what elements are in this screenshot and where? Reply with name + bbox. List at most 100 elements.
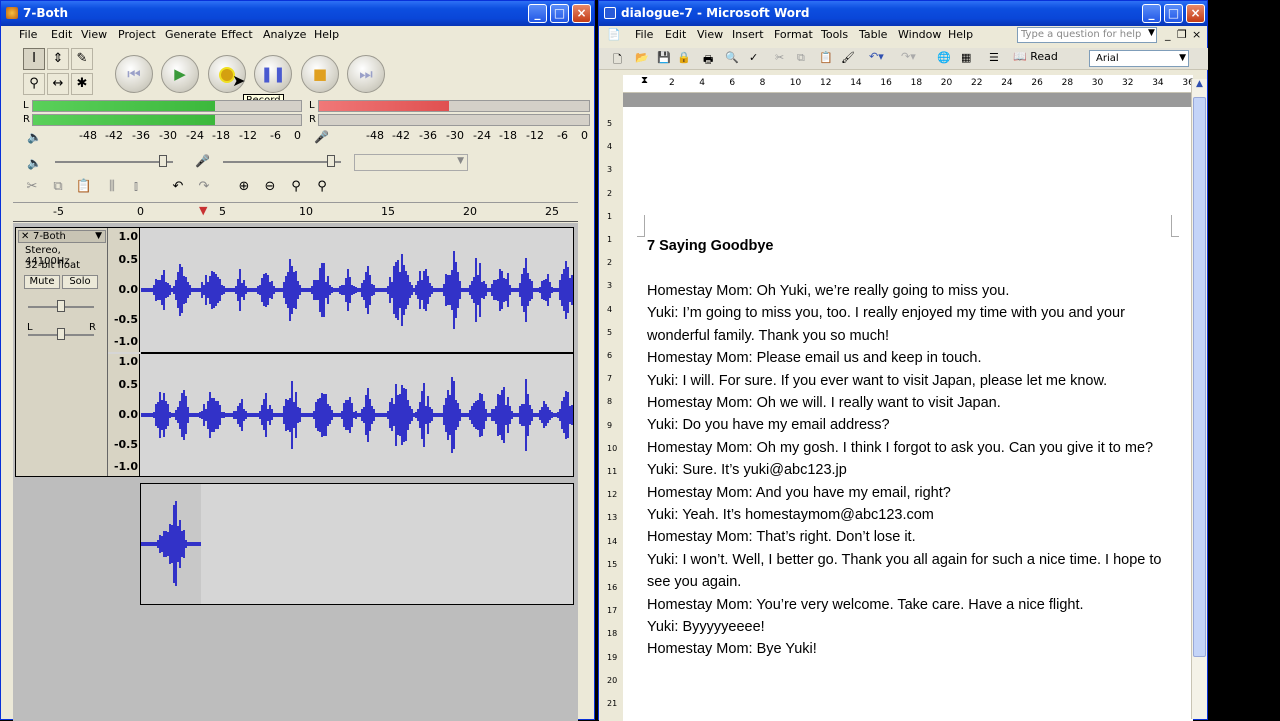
timeline-ruler[interactable]: -5 0 5 10 15 20 25 ▼ (13, 202, 578, 222)
menu-help[interactable]: Help (314, 28, 339, 41)
word-menu-tools[interactable]: Tools (821, 28, 848, 41)
close-button[interactable]: × (572, 4, 591, 23)
redo-icon[interactable]: ↷▾ (901, 50, 916, 63)
menu-view[interactable]: View (81, 28, 107, 41)
columns-icon[interactable]: ☰ (989, 51, 999, 64)
skip-end-button[interactable]: ⏭ (347, 55, 385, 93)
document-line: see you again. (647, 574, 742, 591)
pan-slider[interactable] (28, 328, 94, 340)
envelope-tool-icon[interactable]: ⇕ (47, 48, 69, 70)
draw-tool-icon[interactable]: ✎ (71, 48, 93, 70)
document-page[interactable]: 7 Saying Goodbye Homestay Mom: Oh Yuki, … (623, 107, 1193, 721)
menu-generate[interactable]: Generate (165, 28, 216, 41)
zoom-out-icon[interactable]: ⊖ (259, 177, 281, 199)
skip-start-button[interactable]: ⏮ (115, 55, 153, 93)
zoom-in-icon[interactable]: ⊕ (233, 177, 255, 199)
spelling-icon[interactable]: ✓ (749, 51, 758, 64)
word-menu-edit[interactable]: Edit (665, 28, 686, 41)
pause-button[interactable]: ❚❚ (254, 55, 292, 93)
mute-button[interactable]: Mute (24, 275, 60, 289)
font-select[interactable]: Arial ▼ (1089, 50, 1189, 67)
track-close-icon[interactable]: ✕ (21, 231, 29, 242)
read-button[interactable]: 📖 Read (1013, 50, 1058, 63)
audio-track[interactable]: ✕ 7-Both ▼ Stereo, 44100Hz 32-bit float … (15, 227, 574, 477)
undo-icon[interactable]: ↶▾ (869, 50, 884, 63)
doc-restore-icon[interactable]: ❐ (1177, 28, 1187, 41)
word-maximize-button[interactable]: □ (1164, 4, 1183, 23)
word-menu-view[interactable]: View (697, 28, 723, 41)
audacity-titlebar[interactable]: 7-Both _ □ × (1, 1, 594, 26)
help-dropdown-icon[interactable]: ▼ (1148, 28, 1155, 38)
minimize-button[interactable]: _ (528, 4, 547, 23)
undo-icon[interactable]: ↶ (167, 177, 189, 199)
cut-icon[interactable]: ✂ (775, 51, 784, 64)
indent-marker-icon[interactable]: ⧗ (641, 75, 648, 86)
word-close-button[interactable]: × (1186, 4, 1205, 23)
word-menu-window[interactable]: Window (898, 28, 941, 41)
horizontal-ruler[interactable]: ⧗ 2 4 6 8 10 12 14 16 18 20 22 24 26 28 30 32 34 36 (623, 75, 1194, 93)
word-menu-file[interactable]: File (635, 28, 653, 41)
format-painter-icon[interactable]: 🖌 (841, 51, 855, 64)
tables-icon[interactable]: ▦ (961, 51, 971, 64)
output-volume-slider[interactable] (55, 155, 173, 167)
multi-tool-icon[interactable]: ✱ (71, 73, 93, 95)
doc-minimize-icon[interactable]: _ (1165, 28, 1171, 41)
menu-file[interactable]: File (19, 28, 37, 41)
recording-track[interactable] (140, 483, 574, 605)
word-menu-format[interactable]: Format (774, 28, 813, 41)
gain-slider[interactable] (28, 300, 94, 312)
input-volume-slider[interactable] (223, 155, 341, 167)
track-name-menu[interactable]: ✕ 7-Both ▼ (18, 230, 106, 243)
waveform-right-channel[interactable] (141, 354, 573, 476)
redo-icon[interactable]: ↷ (193, 177, 215, 199)
recording-waveform[interactable] (141, 484, 201, 604)
solo-button[interactable]: Solo (62, 275, 98, 289)
word-minimize-button[interactable]: _ (1142, 4, 1161, 23)
trim-icon[interactable]: ⫼ (101, 177, 123, 199)
save-icon[interactable]: 💾 (657, 51, 671, 64)
permission-icon[interactable]: 🔒 (677, 51, 691, 64)
silence-icon[interactable]: ⫾ (125, 177, 147, 199)
fit-project-icon[interactable]: ⚲ (311, 177, 333, 199)
print-icon[interactable]: 🖶 (703, 51, 713, 70)
word-menu-table[interactable]: Table (859, 28, 887, 41)
menu-edit[interactable]: Edit (51, 28, 72, 41)
paste-icon[interactable]: 📋 (819, 51, 833, 64)
play-button[interactable]: ▶ (161, 55, 199, 93)
input-source-select[interactable]: ▼ (354, 154, 468, 171)
vertical-ruler: 5 4 3 2 1 1 2 3 4 5 6 7 8 9 10 11 12 13 14 15 16 17 18 19 20 21 (599, 107, 623, 721)
stop-button[interactable]: ■ (301, 55, 339, 93)
waveform-sample (571, 404, 573, 426)
zoom-tool-icon[interactable]: ⚲ (23, 73, 45, 95)
menu-effect[interactable]: Effect (221, 28, 253, 41)
menu-project[interactable]: Project (118, 28, 156, 41)
open-icon[interactable]: 📂 (635, 51, 649, 64)
vertical-scrollbar[interactable]: ▲ (1191, 79, 1207, 719)
vruler-tick-label: 15 (607, 559, 618, 569)
menu-analyze[interactable]: Analyze (263, 28, 306, 41)
word-titlebar[interactable]: dialogue-7 - Microsoft Word _ □ × (599, 1, 1207, 26)
timeshift-tool-icon[interactable]: ↔ (47, 73, 69, 95)
selection-tool-icon[interactable]: I (23, 48, 45, 70)
maximize-button[interactable]: □ (550, 4, 569, 23)
print-preview-icon[interactable]: 🔍 (725, 51, 739, 64)
copy-icon[interactable]: ⧉ (47, 177, 69, 199)
vruler-tick-label: 1 (607, 235, 613, 244)
ruler-tick-label: 8 (759, 78, 766, 88)
copy-icon[interactable]: ⧉ (797, 51, 805, 65)
vruler-tick-label: 2 (607, 258, 613, 268)
ruler-tick-label: 16 (880, 78, 892, 88)
fit-selection-icon[interactable]: ⚲ (285, 177, 307, 199)
word-menu-help[interactable]: Help (948, 28, 973, 41)
paste-icon[interactable]: 📋 (73, 177, 95, 199)
waveform-left-channel[interactable] (141, 228, 573, 352)
scroll-up-icon[interactable]: ▲ (1192, 79, 1207, 95)
cut-icon[interactable]: ✂ (21, 177, 43, 199)
help-search-input[interactable]: Type a question for help (1017, 27, 1157, 43)
scroll-thumb[interactable] (1193, 97, 1206, 657)
hyperlink-icon[interactable]: 🌐 (937, 51, 951, 64)
document-line: Yuki: I won’t. Well, I better go. Thank … (647, 551, 1162, 568)
word-menu-insert[interactable]: Insert (732, 28, 764, 41)
new-doc-icon[interactable]: 🗋 (613, 51, 622, 70)
doc-close-icon[interactable]: × (1192, 28, 1201, 41)
